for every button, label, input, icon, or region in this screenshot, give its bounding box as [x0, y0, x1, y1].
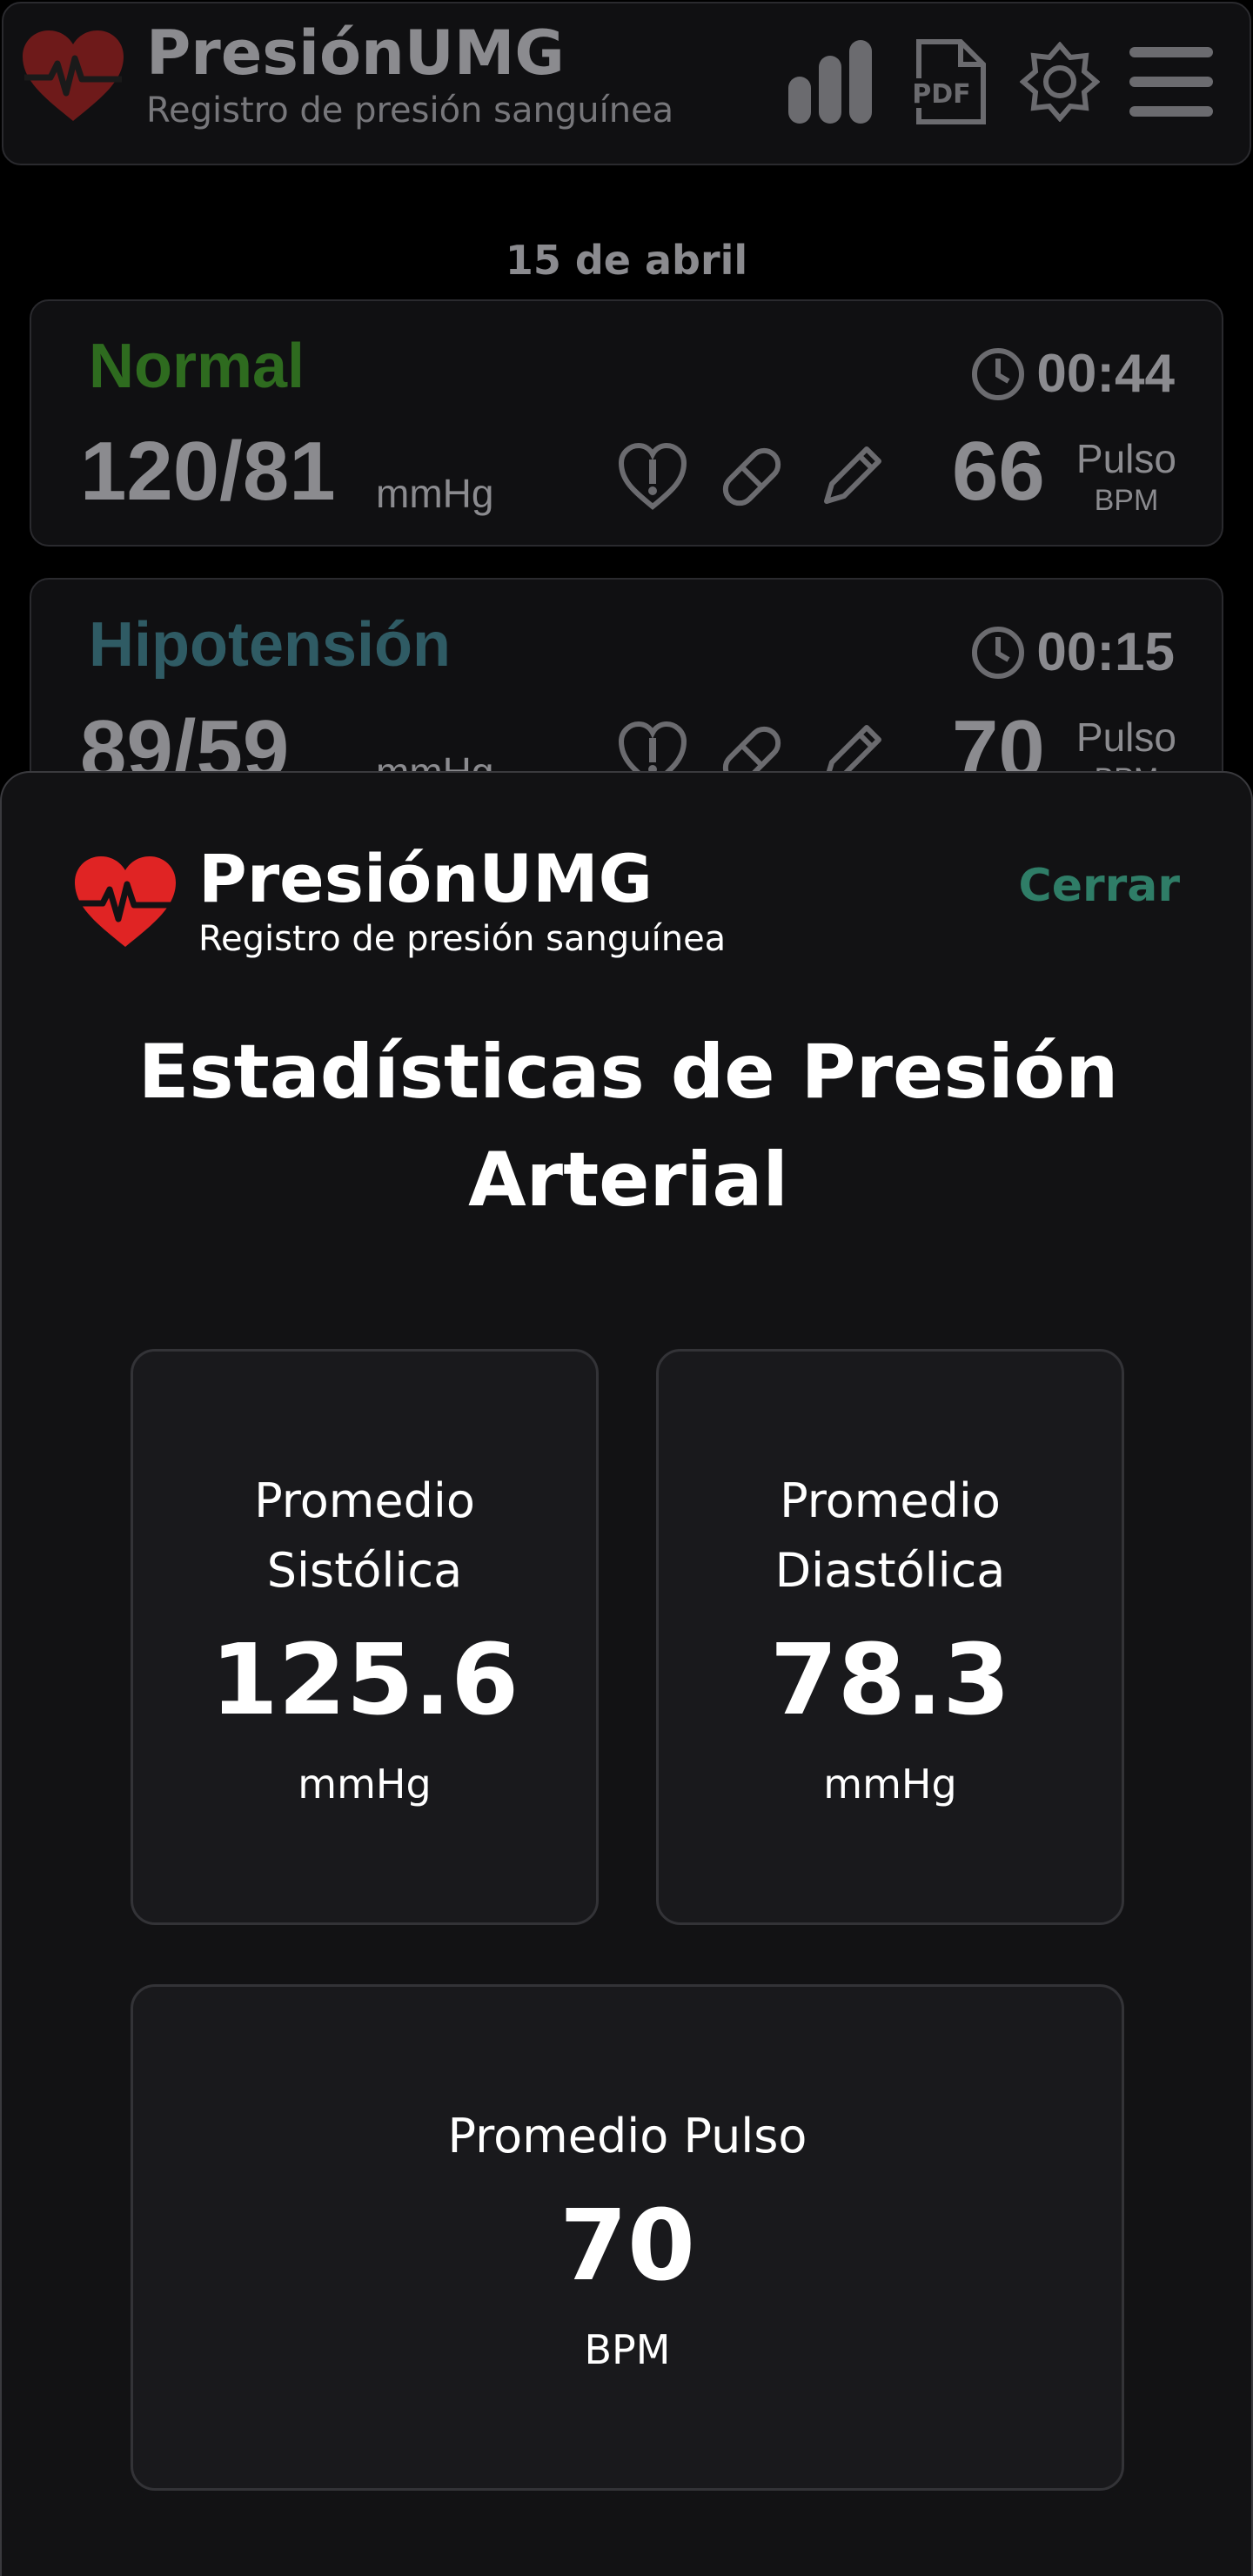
clock-icon: [972, 626, 1025, 679]
time-value: 00:15: [1036, 622, 1175, 682]
diastolic-label: Promedio Diastólica: [774, 1473, 1006, 1598]
pulse-stat-unit: BPM: [584, 2326, 671, 2373]
pill-icon[interactable]: [717, 442, 787, 512]
pulse-value: 66: [952, 425, 1045, 518]
systolic-stat-card: Promedio Sistólica 125.6 mmHg: [131, 1349, 599, 1925]
reading-actions: [618, 442, 886, 512]
pulse-label-text: Pulso: [1075, 436, 1176, 481]
heart-alert-icon[interactable]: [618, 442, 687, 512]
systolic-label: Promedio Sistólica: [254, 1473, 475, 1598]
systolic-unit: mmHg: [298, 1761, 432, 1808]
statistics-sheet: PresiónUMG Registro de presión sanguínea…: [0, 771, 1253, 2576]
close-button[interactable]: Cerrar: [1019, 860, 1180, 912]
statistics-title: Estadísticas de Presión Arterial: [137, 1029, 1119, 1224]
date-heading: 15 de abril: [505, 237, 748, 284]
bp-value: 120/81: [80, 425, 336, 518]
heart-logo-icon: [75, 856, 176, 947]
pulse-label-text: Pulso: [1075, 714, 1176, 760]
pdf-icon-text: PDF: [912, 79, 970, 110]
status-label: Hipotensión: [89, 610, 451, 680]
pulse-label: Pulso BPM: [1076, 439, 1176, 515]
heart-logo-icon: [23, 30, 124, 121]
header-actions: PDF: [787, 38, 1213, 125]
diastolic-unit: mmHg: [823, 1761, 957, 1808]
app-subtitle: Registro de presión sanguínea: [146, 91, 674, 131]
reading-time: 00:44: [970, 343, 1175, 405]
diastolic-value: 78.3: [769, 1624, 1011, 1737]
time-value: 00:44: [1036, 344, 1175, 404]
brand: PresiónUMG Registro de presión sanguínea: [19, 23, 673, 131]
app-title: PresiónUMG: [146, 17, 565, 89]
app-header: PresiónUMG Registro de presión sanguínea…: [2, 2, 1251, 165]
reading-card[interactable]: Normal 00:44 120/81 mmHg 66 Pulso BPM: [30, 299, 1223, 547]
pencil-icon[interactable]: [816, 442, 886, 512]
bp-unit: mmHg: [376, 471, 494, 516]
clock-icon: [972, 347, 1025, 400]
bar-chart-icon[interactable]: [787, 38, 874, 125]
pulse-stat-value: 70: [559, 2190, 695, 2303]
status-label: Normal: [89, 332, 305, 401]
reading-time: 00:15: [970, 621, 1175, 683]
pulse-unit: BPM: [1094, 484, 1159, 517]
sheet-brand: PresiónUMG Registro de presión sanguínea: [71, 846, 726, 959]
menu-icon[interactable]: [1129, 44, 1213, 120]
diastolic-stat-card: Promedio Diastólica 78.3 mmHg: [656, 1349, 1124, 1925]
systolic-value: 125.6: [210, 1624, 519, 1737]
pulse-stat-card: Promedio Pulso 70 BPM: [131, 1984, 1124, 2491]
pdf-icon[interactable]: PDF: [903, 38, 990, 125]
sheet-app-title: PresiónUMG: [198, 840, 653, 917]
sun-icon[interactable]: [1020, 42, 1100, 122]
pulse-stat-label: Promedio Pulso: [447, 2109, 807, 2163]
sheet-app-subtitle: Registro de presión sanguínea: [198, 919, 727, 959]
